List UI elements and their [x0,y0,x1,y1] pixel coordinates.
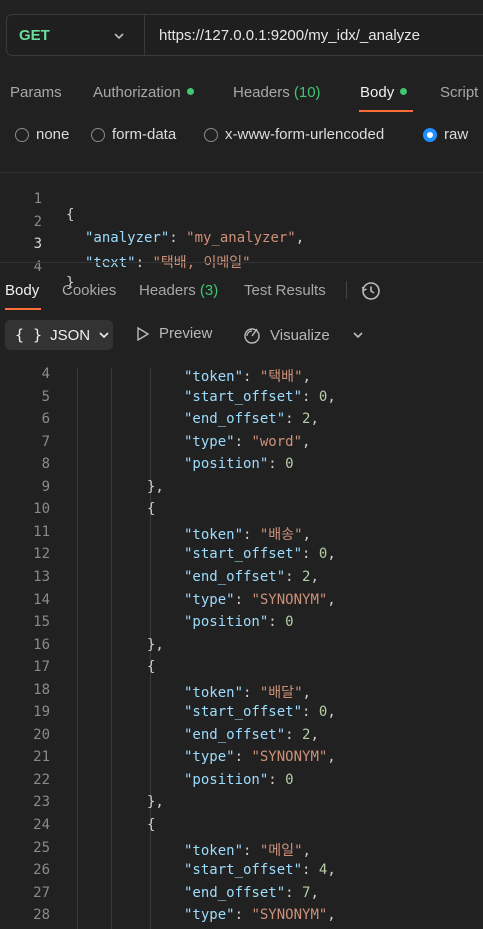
code-line: 25 "token": "메일", [33,839,311,859]
code-line: 20 "end_offset": 2, [33,726,319,743]
code-line: 16}, [33,636,164,653]
code-line: 21 "type": "SYNONYM", [33,749,336,766]
code-line: 18 "token": "배달", [33,681,311,701]
request-tabs: Params Authorization Headers (10) Body S… [0,80,483,110]
code-line: 15 "position": 0 [33,614,294,631]
method-label: GET [19,26,50,44]
divider [0,172,483,173]
play-icon [137,326,150,341]
format-select[interactable]: { } JSON [5,320,113,350]
tab-authorization[interactable]: Authorization [93,84,194,101]
response-tabs: Body Cookies Headers (3) Test Results [0,278,483,308]
chevron-down-icon [114,33,124,40]
chevron-down-icon [99,332,109,339]
tab-test-results[interactable]: Test Results [244,282,326,299]
body-type-options: none form-data x-www-form-urlencoded raw [0,126,483,150]
chevron-down-icon[interactable] [351,328,365,342]
radio-circle-checked [423,127,437,142]
request-bar: GET https://127.0.0.1:9200/my_idx/_analy… [6,14,483,56]
code-line: 27 "end_offset": 7, [33,884,319,901]
code-line: 24{ [33,817,156,833]
preview-button[interactable]: Preview [135,325,212,342]
code-line: 11 "token": "배송", [33,523,311,543]
code-line: 4 "token": "택배", [41,366,311,385]
code-line: 26 "start_offset": 4, [33,862,336,879]
radio-circle [91,127,105,142]
history-icon[interactable] [360,280,382,302]
code-line: 3 "text": "택배, 이메일" [33,236,251,271]
radio-form-data[interactable]: form-data [91,126,176,143]
code-line: 6 "end_offset": 2, [41,411,319,428]
code-line: 5 "start_offset": 0, [41,388,336,405]
tab-response-body[interactable]: Body [5,282,39,299]
radio-circle [204,127,218,142]
code-line: 17{ [33,659,156,676]
tab-headers[interactable]: Headers (10) [233,84,321,101]
separator [346,281,347,299]
tab-script[interactable]: Script [440,84,478,101]
radio-x-www-form-urlencoded[interactable]: x-www-form-urlencoded [204,126,384,143]
code-line: 13 "end_offset": 2, [33,568,319,585]
active-response-tab-indicator [5,308,41,310]
code-line: 14 "type": "SYNONYM", [33,591,336,608]
code-line: 22 "position": 0 [33,771,294,788]
code-line: 19 "start_offset": 0, [33,704,336,721]
code-line: 8 "position": 0 [41,456,294,473]
divider [0,262,483,263]
radio-none[interactable]: none [15,126,69,143]
radio-raw[interactable]: raw [423,126,468,143]
code-line: 1 { [33,191,75,223]
code-line: 28 "type": "SYNONYM", [33,907,336,924]
visualize-icon [244,328,260,344]
braces-icon: { } [15,326,43,344]
code-line: 10{ [33,501,156,518]
code-line: 7 "type": "word", [41,433,311,450]
visualize-button[interactable]: Visualize [242,325,330,345]
tab-params[interactable]: Params [10,84,62,101]
tab-body[interactable]: Body [360,84,408,101]
method-select[interactable]: GET [7,15,145,55]
code-line: 2 "analyzer": "my_analyzer", [33,214,305,246]
url-input[interactable]: https://127.0.0.1:9200/my_idx/_analyze [145,27,420,44]
code-line: 23}, [33,794,164,811]
code-line: 9}, [41,478,164,495]
tab-cookies[interactable]: Cookies [62,282,116,299]
radio-circle [15,127,29,142]
code-line: 12 "start_offset": 0, [33,546,336,563]
status-dot [400,88,408,95]
tab-response-headers[interactable]: Headers (3) [139,282,218,299]
status-dot [186,88,194,95]
active-tab-indicator [359,110,413,112]
